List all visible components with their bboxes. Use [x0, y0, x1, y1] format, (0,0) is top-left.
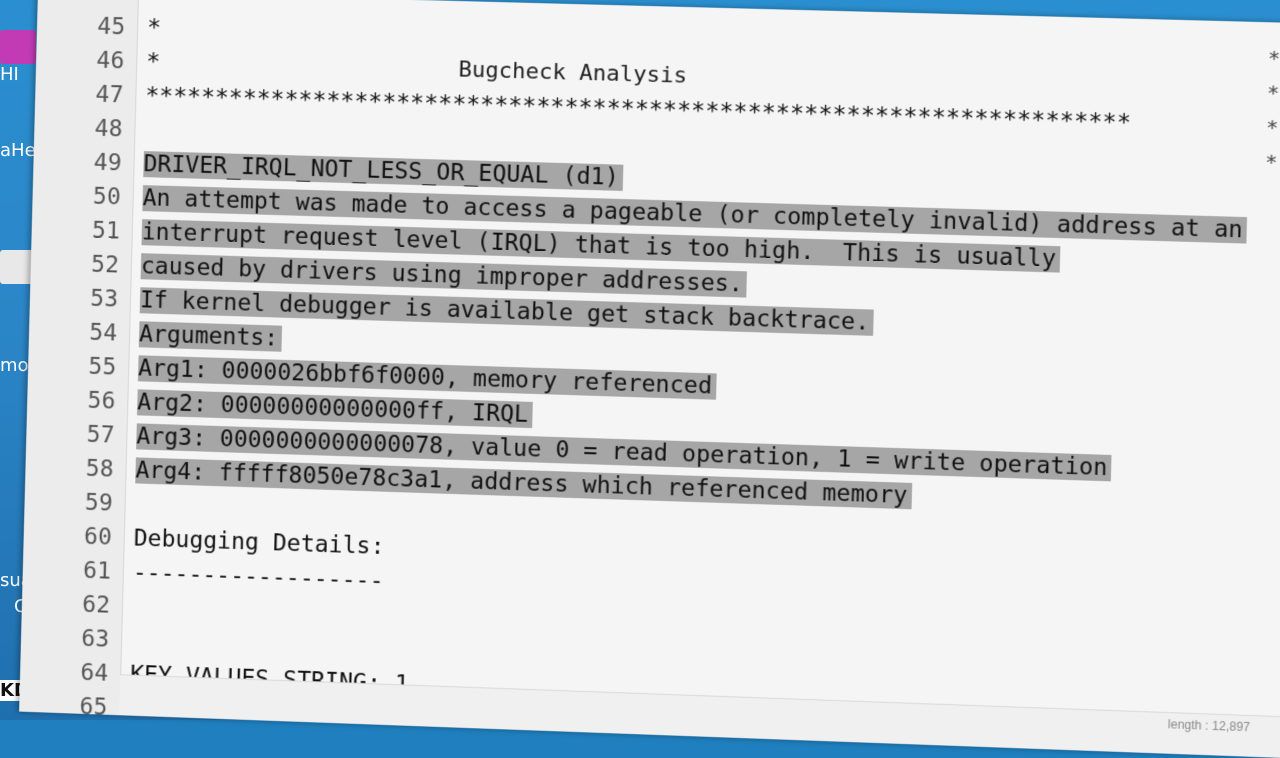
line-number: 64: [20, 654, 109, 691]
line-number: 46: [36, 42, 125, 78]
border-star: *: [1265, 144, 1278, 179]
line-text[interactable]: Arguments:: [139, 317, 283, 356]
line-number: 45: [37, 8, 126, 44]
line-number: 52: [30, 246, 119, 283]
text: *: [146, 49, 161, 75]
line-number: 61: [22, 552, 111, 589]
app-icon: [0, 30, 36, 64]
line-number: 55: [28, 348, 117, 385]
line-number: 51: [31, 212, 120, 249]
line-number: 60: [23, 518, 112, 555]
line-text[interactable]: *: [147, 11, 162, 45]
editor-content[interactable]: 45**46*Bugcheck Analysis*47*************…: [19, 8, 1280, 758]
desktop-icon-label: aHe: [0, 140, 36, 161]
line-number: 54: [29, 314, 118, 351]
text: ------------------: [133, 559, 384, 594]
line-number: 50: [32, 178, 121, 215]
line-text[interactable]: *: [146, 45, 161, 79]
line-number: 58: [25, 450, 114, 487]
text: *: [147, 15, 162, 41]
line-number: 49: [33, 144, 122, 181]
text-editor-window[interactable]: 45**46*Bugcheck Analysis*47*************…: [19, 0, 1280, 758]
desktop-icon-label: HI: [0, 64, 19, 85]
line-number: 53: [30, 280, 119, 317]
desktop-icon-app[interactable]: HI: [0, 30, 40, 85]
selected-text: Arguments:: [139, 321, 283, 352]
line-number: 48: [34, 110, 123, 146]
line-number: 59: [24, 484, 113, 521]
line-number: 63: [21, 620, 110, 657]
line-number: 56: [27, 382, 116, 419]
border-star: *: [1267, 41, 1280, 76]
border-star: *: [1266, 110, 1279, 145]
line-number: 47: [35, 76, 124, 112]
desktop-icon-label: mo: [0, 355, 29, 376]
border-star: *: [1266, 75, 1279, 110]
line-number: 57: [26, 416, 115, 453]
line-number: 62: [22, 586, 111, 623]
text: Debugging Details:: [133, 525, 384, 560]
